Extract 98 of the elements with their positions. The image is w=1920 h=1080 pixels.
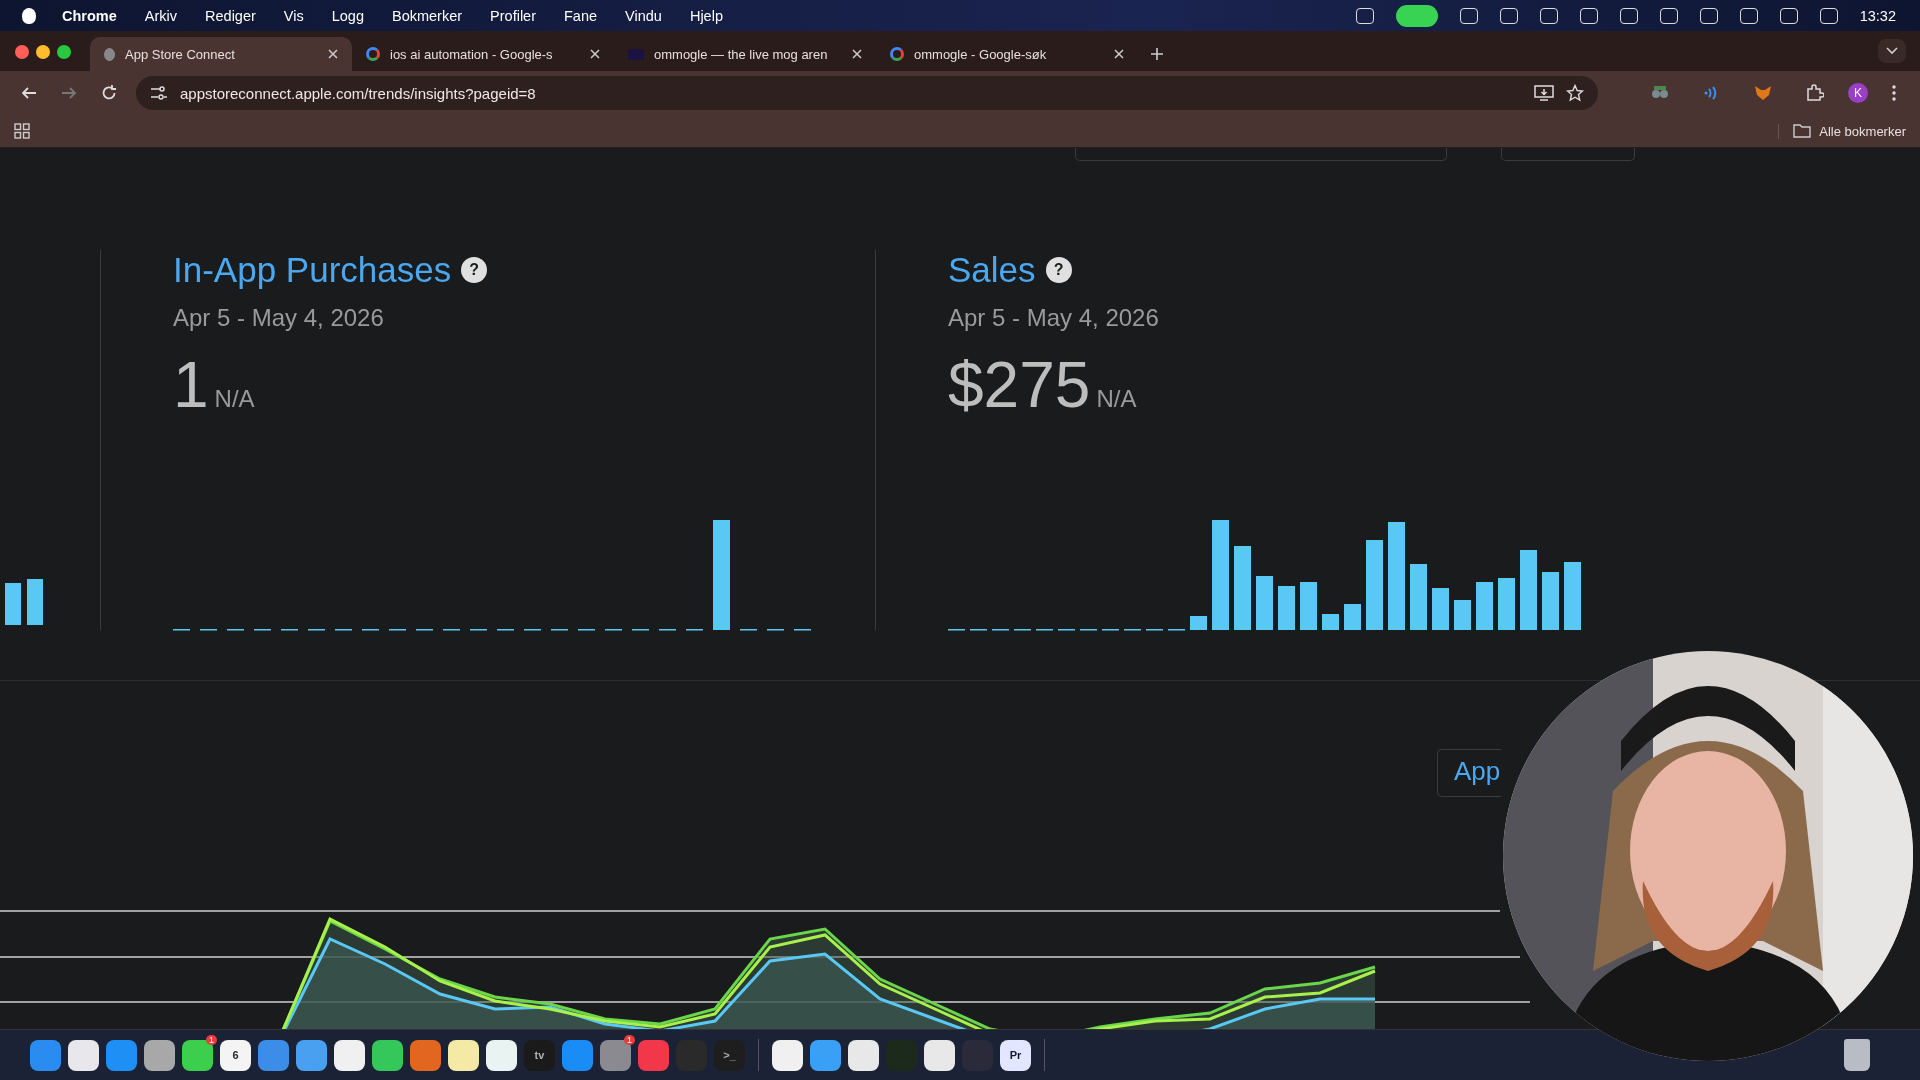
- menu-item[interactable]: Logg: [331, 7, 364, 24]
- status-icon[interactable]: [1539, 7, 1558, 24]
- bar: [5, 583, 21, 625]
- google-icon: [890, 47, 904, 61]
- camera-icon[interactable]: [1395, 4, 1438, 27]
- apple-icon: [104, 47, 115, 61]
- close-icon[interactable]: [328, 49, 338, 59]
- browser-tab[interactable]: ommogle — the live mog aren: [614, 37, 876, 71]
- menu-item[interactable]: Profiler: [490, 7, 536, 24]
- bar: [1344, 604, 1361, 630]
- bar: [1278, 586, 1295, 630]
- tab-search-button[interactable]: [1878, 39, 1906, 63]
- bar: [1564, 562, 1581, 630]
- bar: [1454, 600, 1471, 630]
- extension-icon[interactable]: [1650, 85, 1670, 101]
- app-icon[interactable]: [296, 1039, 327, 1071]
- menu-item[interactable]: Vis: [283, 7, 304, 24]
- status-icon[interactable]: [1579, 7, 1598, 24]
- menu-item[interactable]: Vindu: [625, 7, 662, 24]
- close-icon[interactable]: [1114, 49, 1124, 59]
- notification-badge: 1: [624, 1034, 635, 1045]
- menu-item[interactable]: Hjelp: [689, 7, 723, 24]
- status-icon[interactable]: [1619, 7, 1638, 24]
- help-icon[interactable]: ?: [1045, 257, 1072, 283]
- fox-icon[interactable]: [1754, 85, 1772, 101]
- menu-item[interactable]: Fane: [564, 7, 598, 24]
- bar: [1432, 588, 1449, 630]
- zoom-window-button[interactable]: [57, 45, 71, 59]
- bar: [1190, 616, 1207, 630]
- app-icon[interactable]: [924, 1039, 955, 1071]
- panel-title[interactable]: Sales: [948, 250, 1036, 290]
- status-icon[interactable]: [1499, 7, 1518, 24]
- bar: [27, 579, 43, 625]
- app-icon[interactable]: [772, 1039, 803, 1071]
- app-icon[interactable]: [144, 1039, 175, 1071]
- browser-tab[interactable]: ios ai automation - Google-s: [352, 37, 614, 71]
- more-icon[interactable]: [1892, 85, 1896, 101]
- trash-icon[interactable]: [1844, 1039, 1870, 1071]
- app-icon[interactable]: tv: [524, 1039, 555, 1071]
- install-icon[interactable]: [1534, 84, 1554, 102]
- address-bar[interactable]: appstoreconnect.apple.com/trends/insights?pageid=8: [136, 76, 1598, 110]
- panel-title[interactable]: In-App Purchases: [173, 250, 452, 290]
- notification-badge: 1: [206, 1034, 217, 1045]
- status-icon[interactable]: [1699, 7, 1718, 24]
- metric-change: N/A: [1096, 385, 1137, 413]
- app-icon[interactable]: [334, 1039, 365, 1071]
- minimize-window-button[interactable]: [36, 45, 50, 59]
- all-bookmarks-button[interactable]: Alle bokmerker: [1778, 123, 1906, 139]
- bar: [1300, 582, 1317, 630]
- status-icon[interactable]: [1355, 7, 1374, 24]
- help-icon[interactable]: ?: [461, 257, 488, 283]
- status-icon[interactable]: [1779, 7, 1798, 24]
- clock: 13:32: [1859, 7, 1896, 24]
- bar: [1256, 576, 1273, 630]
- bar: [1498, 578, 1515, 630]
- menu-item[interactable]: Arkiv: [144, 7, 178, 24]
- app-icon[interactable]: [486, 1039, 517, 1071]
- star-icon[interactable]: [1566, 84, 1584, 102]
- status-icon[interactable]: [1739, 7, 1758, 24]
- google-icon: [366, 47, 380, 61]
- app-icon[interactable]: [810, 1039, 841, 1071]
- site-settings-icon[interactable]: [150, 86, 168, 100]
- app-icon[interactable]: [68, 1039, 99, 1071]
- folder-icon: [1793, 124, 1812, 138]
- apps-icon[interactable]: [14, 123, 30, 139]
- app-icon[interactable]: 6: [220, 1039, 251, 1071]
- profile-avatar[interactable]: K: [1848, 83, 1868, 103]
- metric-change: N/A: [214, 385, 255, 413]
- site-icon: [628, 48, 644, 60]
- app-icon[interactable]: [848, 1039, 879, 1071]
- extensions-icon[interactable]: [1806, 84, 1824, 102]
- date-range: Apr 5 - May 4, 2026: [948, 304, 1160, 332]
- bar: [1410, 564, 1427, 630]
- app-icon[interactable]: [448, 1039, 479, 1071]
- new-tab-icon[interactable]: [1150, 47, 1164, 61]
- browser-tab[interactable]: ommogle - Google-søk: [876, 37, 1138, 71]
- close-window-button[interactable]: [15, 45, 29, 59]
- menu-item[interactable]: Chrome: [62, 7, 117, 24]
- menu-item[interactable]: Bokmerker: [391, 7, 463, 24]
- metric-value: $275: [948, 348, 1091, 422]
- bar: [1322, 614, 1339, 630]
- app-icon[interactable]: >_: [714, 1039, 745, 1071]
- status-icon[interactable]: [1459, 7, 1478, 24]
- metric-value: 1: [173, 348, 209, 422]
- app-icon[interactable]: [372, 1039, 403, 1071]
- close-icon[interactable]: [590, 49, 600, 59]
- menu-item[interactable]: Rediger: [205, 7, 256, 24]
- bar: [1476, 582, 1493, 630]
- browser-tab[interactable]: App Store Connect: [90, 37, 352, 71]
- caret-icon: [1886, 47, 1898, 55]
- status-icon[interactable]: [1659, 7, 1678, 24]
- bar: [1542, 572, 1559, 630]
- app-button[interactable]: App: [1437, 749, 1501, 797]
- app-icon[interactable]: Pr: [1000, 1039, 1031, 1071]
- close-icon[interactable]: [852, 49, 862, 59]
- apple-menu-icon[interactable]: [22, 7, 36, 24]
- date-range: Apr 5 - May 4, 2026: [173, 304, 385, 332]
- status-icon[interactable]: [1819, 7, 1838, 24]
